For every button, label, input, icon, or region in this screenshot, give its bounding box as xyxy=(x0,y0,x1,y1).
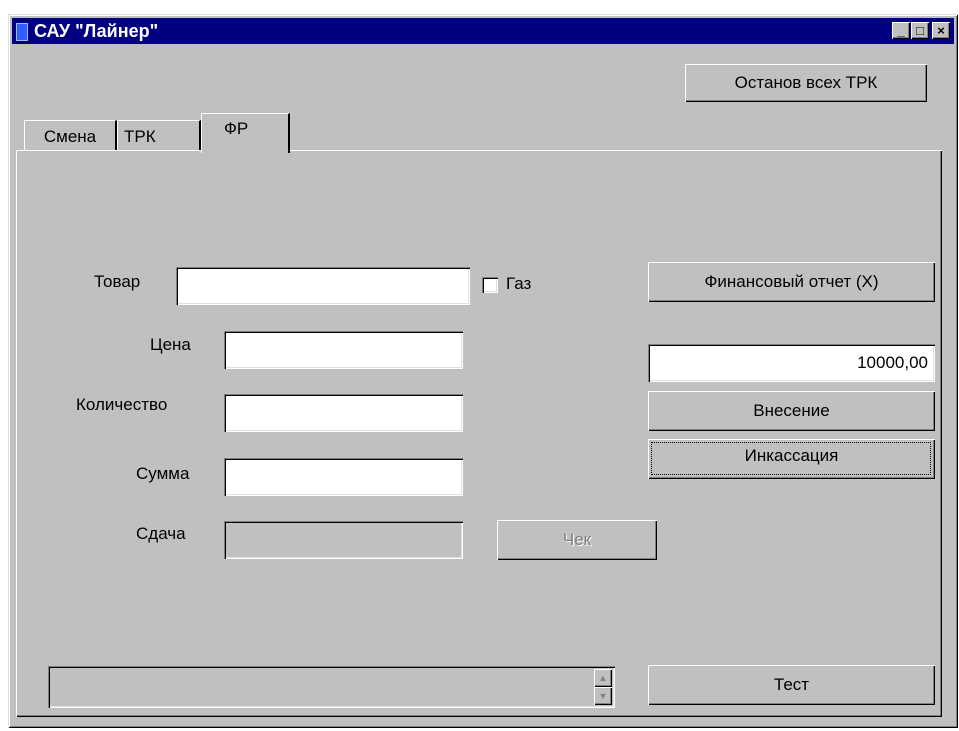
maximize-icon[interactable]: □ xyxy=(911,22,929,39)
receipt-button: Чек xyxy=(497,520,657,560)
product-input[interactable] xyxy=(176,267,470,305)
status-field xyxy=(48,666,615,708)
spin-down-icon[interactable]: ▼ xyxy=(594,687,612,705)
spin-up-icon[interactable]: ▲ xyxy=(594,669,612,687)
amount-input[interactable]: 10000,00 xyxy=(648,344,935,382)
tab-fiscal-registrar[interactable]: ФР xyxy=(201,113,290,153)
product-label: Товар xyxy=(94,272,141,291)
test-button[interactable]: Тест xyxy=(648,665,935,705)
stop-all-pumps-button[interactable]: Останов всех ТРК xyxy=(685,64,927,102)
quantity-label: Количество xyxy=(76,395,168,414)
gas-checkbox[interactable] xyxy=(482,277,498,293)
main-window: САУ "Лайнер" _ □ × Останов всех ТРК Смен… xyxy=(8,14,958,728)
window-title: САУ "Лайнер" xyxy=(34,21,159,41)
minimize-icon[interactable]: _ xyxy=(892,22,910,39)
tab-shift[interactable]: Смена xyxy=(24,120,117,151)
deposit-button[interactable]: Внесение xyxy=(648,391,935,431)
sum-input[interactable] xyxy=(224,458,463,496)
quantity-input[interactable] xyxy=(224,394,463,432)
gas-label: Газ xyxy=(506,274,532,293)
tab-panel-fr: Товар Газ Цена Количество Сумма Сдача Че… xyxy=(16,150,942,717)
tab-pumps[interactable]: ТРК xyxy=(117,120,201,150)
change-label: Сдача xyxy=(136,524,186,543)
price-input[interactable] xyxy=(224,331,463,369)
sum-label: Сумма xyxy=(136,464,190,483)
collection-button[interactable]: Инкассация xyxy=(648,439,935,479)
price-label: Цена xyxy=(150,335,191,354)
financial-report-button[interactable]: Финансовый отчет (X) xyxy=(648,262,935,302)
app-icon xyxy=(16,23,28,41)
change-input xyxy=(224,521,463,559)
focus-indicator xyxy=(651,442,931,475)
title-bar[interactable]: САУ "Лайнер" _ □ × xyxy=(12,18,954,44)
close-icon[interactable]: × xyxy=(932,22,950,39)
